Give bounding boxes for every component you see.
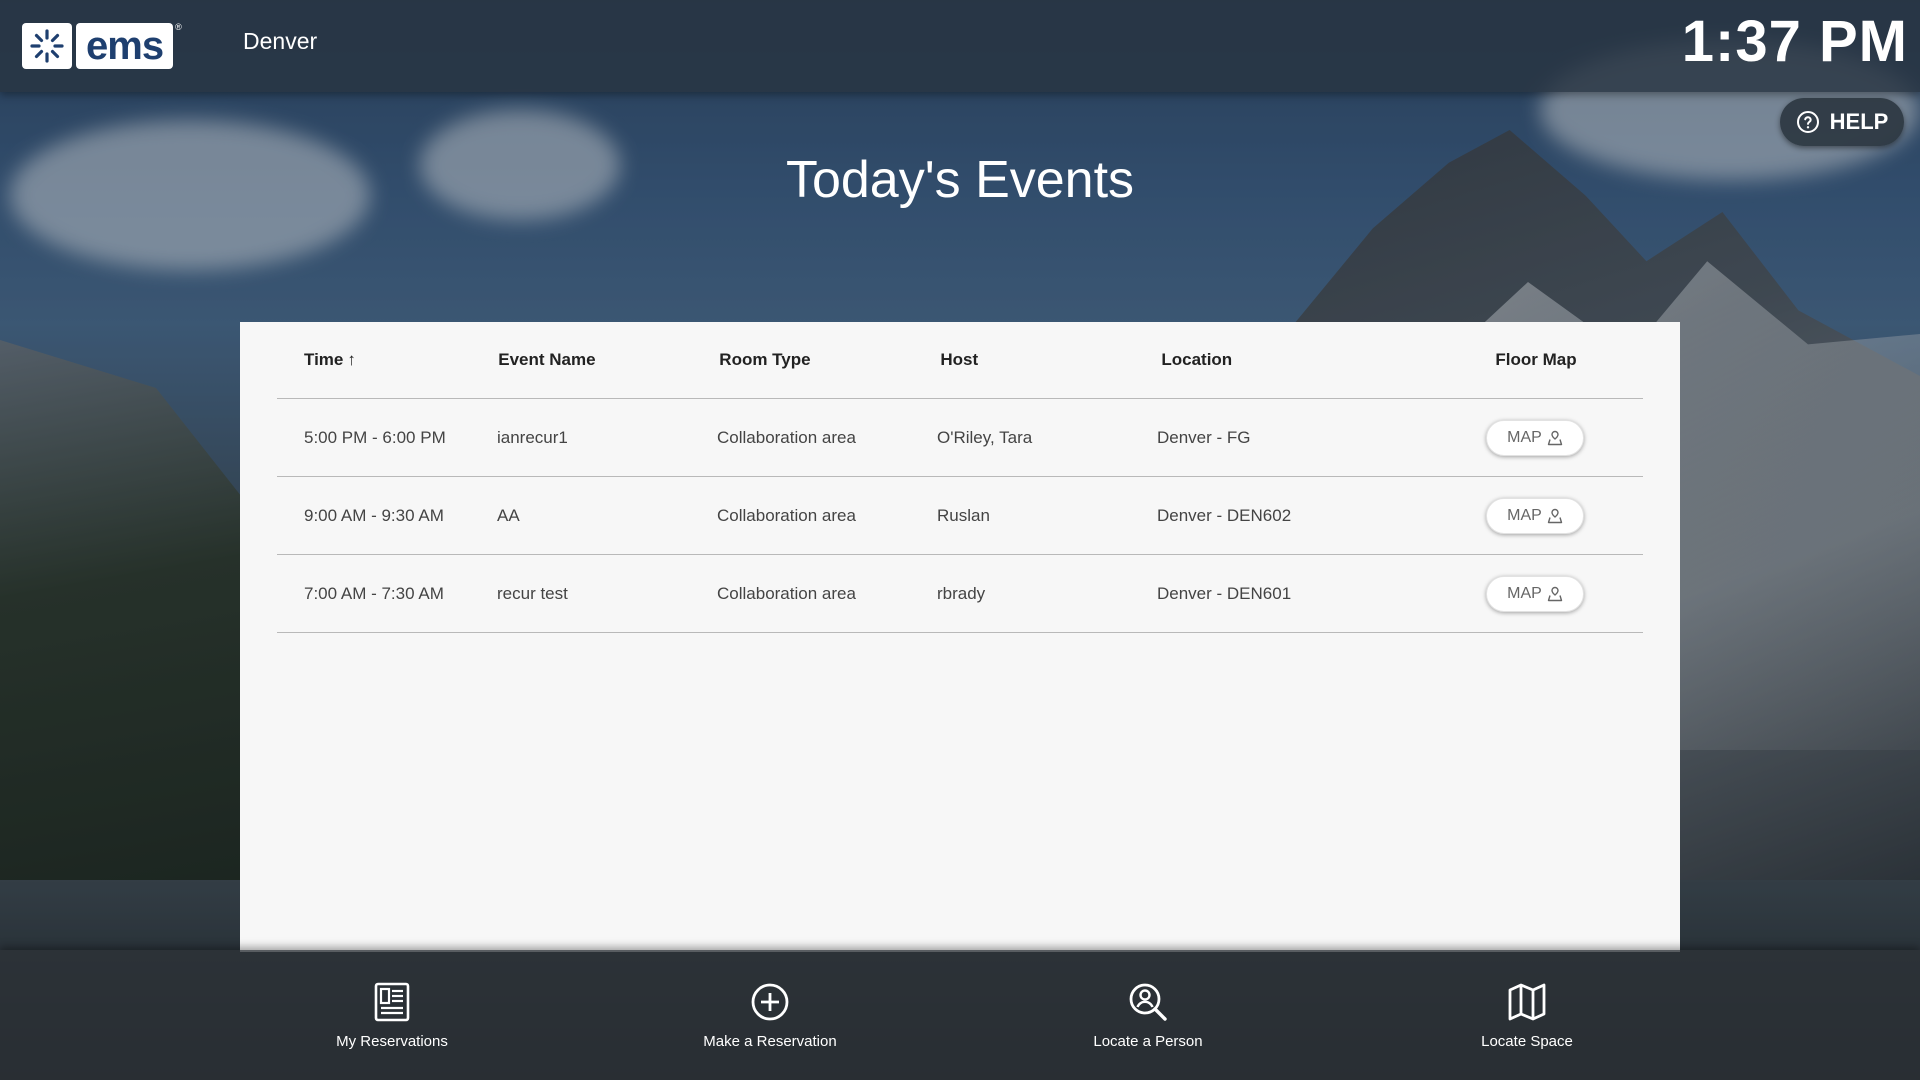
- help-button[interactable]: HELP: [1780, 98, 1904, 146]
- event-host: Ruslan: [937, 505, 990, 525]
- floor-map-cell: MAP: [1427, 575, 1643, 612]
- nav-make-reservation[interactable]: Make a Reservation: [660, 950, 880, 1080]
- nav-label: My Reservations: [336, 1032, 448, 1050]
- logo-text: ems: [76, 23, 174, 69]
- event-time: 5:00 PM - 6:00 PM: [304, 427, 446, 447]
- floor-map-cell: MAP: [1427, 497, 1643, 534]
- location-name: Denver: [243, 28, 318, 54]
- map-pin-icon: [1547, 586, 1563, 601]
- help-icon: [1796, 111, 1819, 133]
- map-button-label: MAP: [1507, 506, 1542, 524]
- top-bar: ems ® Denver 1:37 PM: [0, 0, 1920, 92]
- column-header-label: Time: [304, 350, 344, 369]
- nav-locate-person[interactable]: Locate a Person: [1038, 950, 1258, 1080]
- table-row[interactable]: 9:00 AM - 9:30 AM AA Collaboration area …: [277, 477, 1643, 555]
- event-room-type: Collaboration area: [717, 583, 856, 603]
- event-name: AA: [497, 505, 520, 525]
- floor-map-cell: MAP: [1427, 419, 1643, 456]
- table-row[interactable]: 7:00 AM - 7:30 AM recur test Collaborati…: [277, 555, 1643, 633]
- event-time: 7:00 AM - 7:30 AM: [304, 583, 444, 603]
- event-name: ianrecur1: [497, 427, 568, 447]
- map-icon: [1508, 983, 1546, 1020]
- nav-label: Locate a Person: [1093, 1032, 1203, 1050]
- column-header-floor-map: Floor Map: [1495, 350, 1577, 369]
- help-label: HELP: [1829, 109, 1889, 134]
- map-pin-icon: [1547, 508, 1563, 523]
- map-button-label: MAP: [1507, 428, 1542, 446]
- event-name: recur test: [497, 583, 568, 603]
- event-room-type: Collaboration area: [717, 505, 856, 525]
- search-person-icon: [1129, 983, 1167, 1021]
- page-title: Today's Events: [785, 151, 1135, 209]
- table-row[interactable]: 5:00 PM - 6:00 PM ianrecur1 Collaboratio…: [277, 399, 1643, 477]
- event-location: Denver - DEN601: [1157, 583, 1292, 603]
- clock: 1:37 PM: [1681, 9, 1908, 74]
- map-button[interactable]: MAP: [1486, 419, 1584, 456]
- logo-burst-icon: [22, 23, 72, 69]
- reservations-icon: [374, 982, 410, 1021]
- event-host: rbrady: [937, 583, 986, 603]
- nav-label: Make a Reservation: [703, 1032, 837, 1050]
- ems-logo: ems ®: [22, 22, 182, 70]
- table-header-row: Time ↑ Event Name Room Type Host Location…: [277, 322, 1643, 399]
- map-pin-icon: [1547, 430, 1563, 445]
- map-button[interactable]: MAP: [1486, 497, 1584, 534]
- event-location: Denver - FG: [1157, 427, 1251, 447]
- event-time: 9:00 AM - 9:30 AM: [304, 505, 444, 525]
- column-header-location[interactable]: Location: [1158, 350, 1429, 370]
- column-header-event-name[interactable]: Event Name: [495, 350, 716, 370]
- column-header-room-type[interactable]: Room Type: [716, 350, 937, 370]
- events-table: Time ↑ Event Name Room Type Host Location…: [277, 322, 1643, 633]
- logo-registered-mark: ®: [175, 22, 182, 32]
- sort-ascending-icon: ↑: [347, 350, 356, 369]
- nav-my-reservations[interactable]: My Reservations: [282, 950, 502, 1080]
- map-button[interactable]: MAP: [1486, 575, 1584, 612]
- bottom-nav: My Reservations Make a Reservation Locat…: [0, 950, 1920, 1080]
- event-host: O'Riley, Tara: [937, 427, 1033, 447]
- column-header-host[interactable]: Host: [937, 350, 1158, 370]
- events-panel: Time ↑ Event Name Room Type Host Location…: [240, 322, 1680, 952]
- kiosk-screen: ems ® Denver 1:37 PM HELP Today's Events…: [0, 0, 1920, 1080]
- plus-circle-icon: [751, 983, 789, 1020]
- nav-locate-space[interactable]: Locate Space: [1417, 950, 1637, 1080]
- event-room-type: Collaboration area: [717, 427, 856, 447]
- map-button-label: MAP: [1507, 584, 1542, 602]
- event-location: Denver - DEN602: [1157, 505, 1292, 525]
- column-header-time[interactable]: Time ↑: [277, 350, 495, 370]
- nav-label: Locate Space: [1481, 1032, 1573, 1050]
